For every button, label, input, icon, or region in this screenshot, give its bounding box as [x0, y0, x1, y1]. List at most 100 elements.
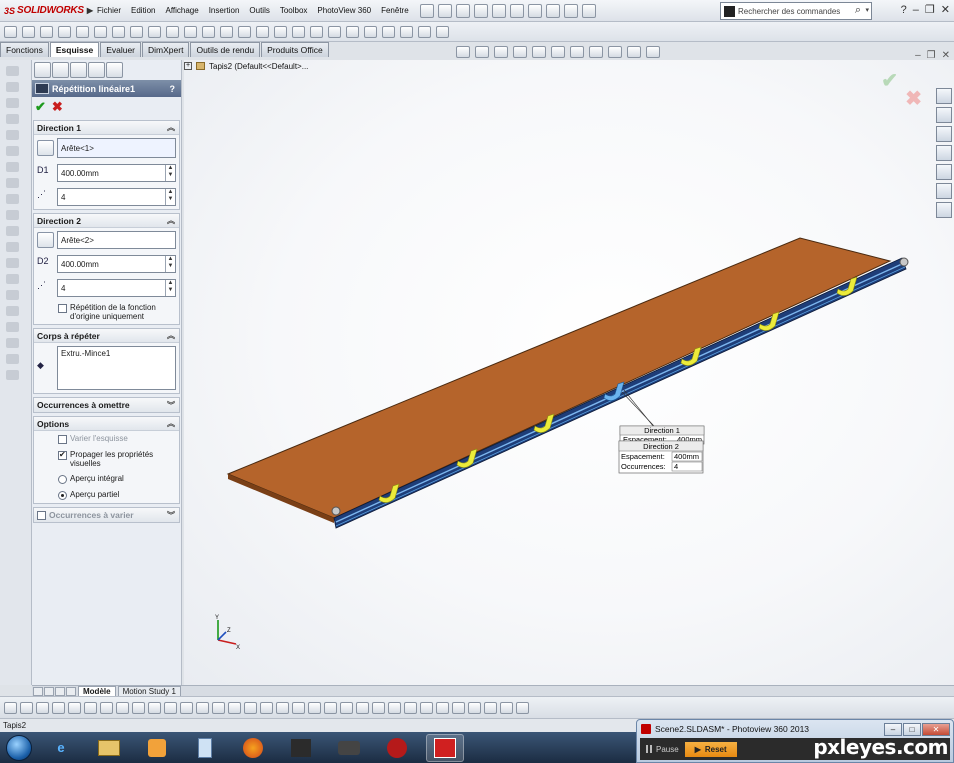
options-header[interactable]: Options ︽ [34, 417, 179, 431]
vary-header[interactable]: Occurrences à varier ︾ [34, 508, 179, 522]
full-preview-option[interactable]: Aperçu intégral [34, 471, 179, 487]
filter-surface-bodies-icon[interactable] [100, 701, 113, 714]
point-icon[interactable] [238, 25, 251, 38]
close-icon[interactable]: ✕ [941, 3, 950, 16]
circle-icon[interactable] [94, 25, 107, 38]
solidworks-taskbar-icon[interactable] [426, 733, 464, 762]
camera-app-icon[interactable] [330, 734, 368, 762]
tab-produits-office[interactable]: Produits Office [261, 42, 329, 57]
filter-cosmetic-thread-icon[interactable] [356, 701, 369, 714]
restore-icon[interactable]: ❐ [925, 3, 935, 16]
graphics-viewport[interactable]: – ❐ ✕ + Tapis2 (Default<<Default>... ✔ ✖ [184, 46, 954, 685]
zoom-to-fit-icon[interactable] [456, 46, 470, 58]
filter-curves-icon[interactable] [452, 701, 465, 714]
filter-magnet-icon[interactable] [516, 701, 529, 714]
start-button-icon[interactable] [6, 734, 32, 761]
configuration-manager-tab[interactable] [70, 62, 87, 78]
ok-check-icon[interactable]: ✔ [35, 99, 46, 115]
tab-motion-study-1[interactable]: Motion Study 1 [117, 686, 181, 696]
tab-evaluer[interactable]: Evaluer [100, 42, 142, 57]
direction2-edge-field[interactable]: Arête<2> [57, 231, 176, 249]
skip-header[interactable]: Occurrences à omettre ︾ [34, 398, 179, 412]
direction1-count-field[interactable]: 4 ▲ ▼ [57, 188, 176, 206]
command-search-box[interactable]: Rechercher des commandes ⌕ ▾ [720, 2, 872, 20]
solidworks-launcher-icon[interactable] [378, 734, 416, 762]
filter-notes-icon[interactable] [292, 701, 305, 714]
instant-2d-icon[interactable] [436, 25, 449, 38]
slot-icon[interactable] [76, 25, 89, 38]
filter-surface-finish-icon[interactable] [260, 701, 273, 714]
filter-solid-bodies-icon[interactable] [116, 701, 129, 714]
spline-icon[interactable] [148, 25, 161, 38]
convert-entities-icon[interactable] [274, 25, 287, 38]
partial-preview-radio[interactable] [58, 491, 67, 500]
display-manager-tab[interactable] [106, 62, 123, 78]
linear-pattern-icon[interactable] [328, 25, 341, 38]
filter-centerline-icon[interactable] [228, 701, 241, 714]
direction2-count-field[interactable]: 4 ▲ ▼ [57, 279, 176, 297]
plate-top[interactable] [226, 237, 892, 519]
chevron-up-icon[interactable]: ︽ [167, 330, 175, 341]
tab-outils-de-rendu[interactable]: Outils de rendu [190, 42, 261, 57]
filter-weld-icon[interactable] [324, 701, 337, 714]
filter-edges-icon[interactable] [68, 701, 81, 714]
filter-mesh-icon[interactable] [436, 701, 449, 714]
open-icon[interactable] [455, 3, 470, 18]
new-document-icon[interactable] [437, 3, 452, 18]
menu-insertion[interactable]: Insertion [204, 6, 245, 15]
section-view-icon[interactable] [513, 46, 527, 58]
bodies-listbox[interactable]: Extru.-Mince1 [57, 346, 176, 390]
filter-midpoints-icon[interactable] [196, 701, 209, 714]
sketch-icon[interactable] [4, 25, 17, 38]
close-icon[interactable]: ✕ [922, 722, 950, 736]
undo-icon[interactable] [509, 3, 524, 18]
polygon-icon[interactable] [130, 25, 143, 38]
filter-center-marks-icon[interactable] [212, 701, 225, 714]
tab-esquisse[interactable]: Esquisse [49, 42, 100, 57]
chevron-up-icon[interactable]: ︽ [167, 122, 175, 133]
file-explorer-icon[interactable] [90, 734, 128, 762]
callout-occurrences-value[interactable]: 4 [674, 462, 678, 471]
quick-snaps-icon[interactable] [400, 25, 413, 38]
chevron-down-icon[interactable]: ▾ [865, 6, 869, 14]
pin-icon[interactable] [419, 3, 434, 18]
fillet-icon[interactable] [184, 25, 197, 38]
filter-toggle-icon[interactable] [4, 701, 17, 714]
minimize-icon[interactable]: – [884, 722, 902, 736]
cancel-x-icon[interactable]: ✖ [52, 99, 63, 115]
spinner-arrows-icon[interactable]: ▲ ▼ [165, 256, 175, 272]
filter-sketch-segments-icon[interactable] [180, 701, 193, 714]
rectangle-icon[interactable] [58, 25, 71, 38]
chevron-up-icon[interactable]: ︽ [167, 418, 175, 429]
direction2-header[interactable]: Direction 2 ︽ [34, 214, 179, 228]
chevron-up-icon[interactable]: ︽ [167, 215, 175, 226]
ellipse-icon[interactable] [166, 25, 179, 38]
filter-connection-points-icon[interactable] [404, 701, 417, 714]
menu-affichage[interactable]: Affichage [160, 6, 203, 15]
photos-app-icon[interactable] [282, 734, 320, 762]
arc-icon[interactable] [112, 25, 125, 38]
filter-sketch-points-icon[interactable] [164, 701, 177, 714]
edit-appearance-icon[interactable] [589, 46, 603, 58]
menu-outils[interactable]: Outils [244, 6, 274, 15]
conveyor-model[interactable]: Direction 1 Espacement: 400mm Direction … [184, 60, 954, 685]
options-icon[interactable] [581, 3, 596, 18]
select-icon[interactable] [527, 3, 542, 18]
apply-scene-icon[interactable] [608, 46, 622, 58]
propagate-visual-option[interactable]: Propager les propriétés visuelles [34, 447, 179, 471]
full-preview-radio[interactable] [58, 475, 67, 484]
tab-fonctions[interactable]: Fonctions [0, 42, 49, 57]
propagate-visual-checkbox[interactable] [58, 450, 67, 460]
smart-dimension-icon[interactable] [22, 25, 35, 38]
hide-show-items-icon[interactable] [570, 46, 584, 58]
scroll-first-icon[interactable] [33, 686, 43, 696]
filter-planes-icon[interactable] [148, 701, 161, 714]
pause-button[interactable]: Pause [646, 745, 679, 754]
reverse-direction-icon[interactable] [37, 140, 54, 156]
plane-icon[interactable] [202, 25, 215, 38]
spinner-arrows-icon[interactable]: ▲ ▼ [165, 165, 175, 181]
scroll-next-icon[interactable] [55, 686, 65, 696]
help-icon[interactable]: ? [170, 84, 176, 94]
reset-button[interactable]: ▶ Reset [684, 741, 737, 757]
feature-manager-tab[interactable] [34, 62, 51, 78]
